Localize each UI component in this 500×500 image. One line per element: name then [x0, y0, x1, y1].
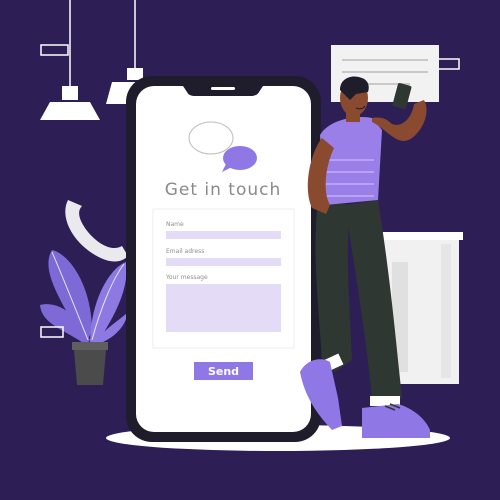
email-label: Email adress [166, 248, 205, 255]
ceiling-lamp-left [40, 0, 100, 120]
phone-handset-icon [65, 200, 128, 262]
contact-illustration [40, 0, 463, 451]
potted-plant [40, 250, 128, 385]
email-field[interactable] [166, 258, 281, 266]
form-title: Get in touch [164, 180, 282, 200]
send-button[interactable]: Send [194, 362, 253, 380]
message-label: Your message [166, 274, 208, 281]
wall-shelf-right [436, 58, 460, 70]
wall-shelf-left [40, 44, 69, 56]
name-field[interactable] [166, 231, 281, 239]
name-label: Name [166, 221, 184, 228]
message-field[interactable] [166, 284, 281, 332]
